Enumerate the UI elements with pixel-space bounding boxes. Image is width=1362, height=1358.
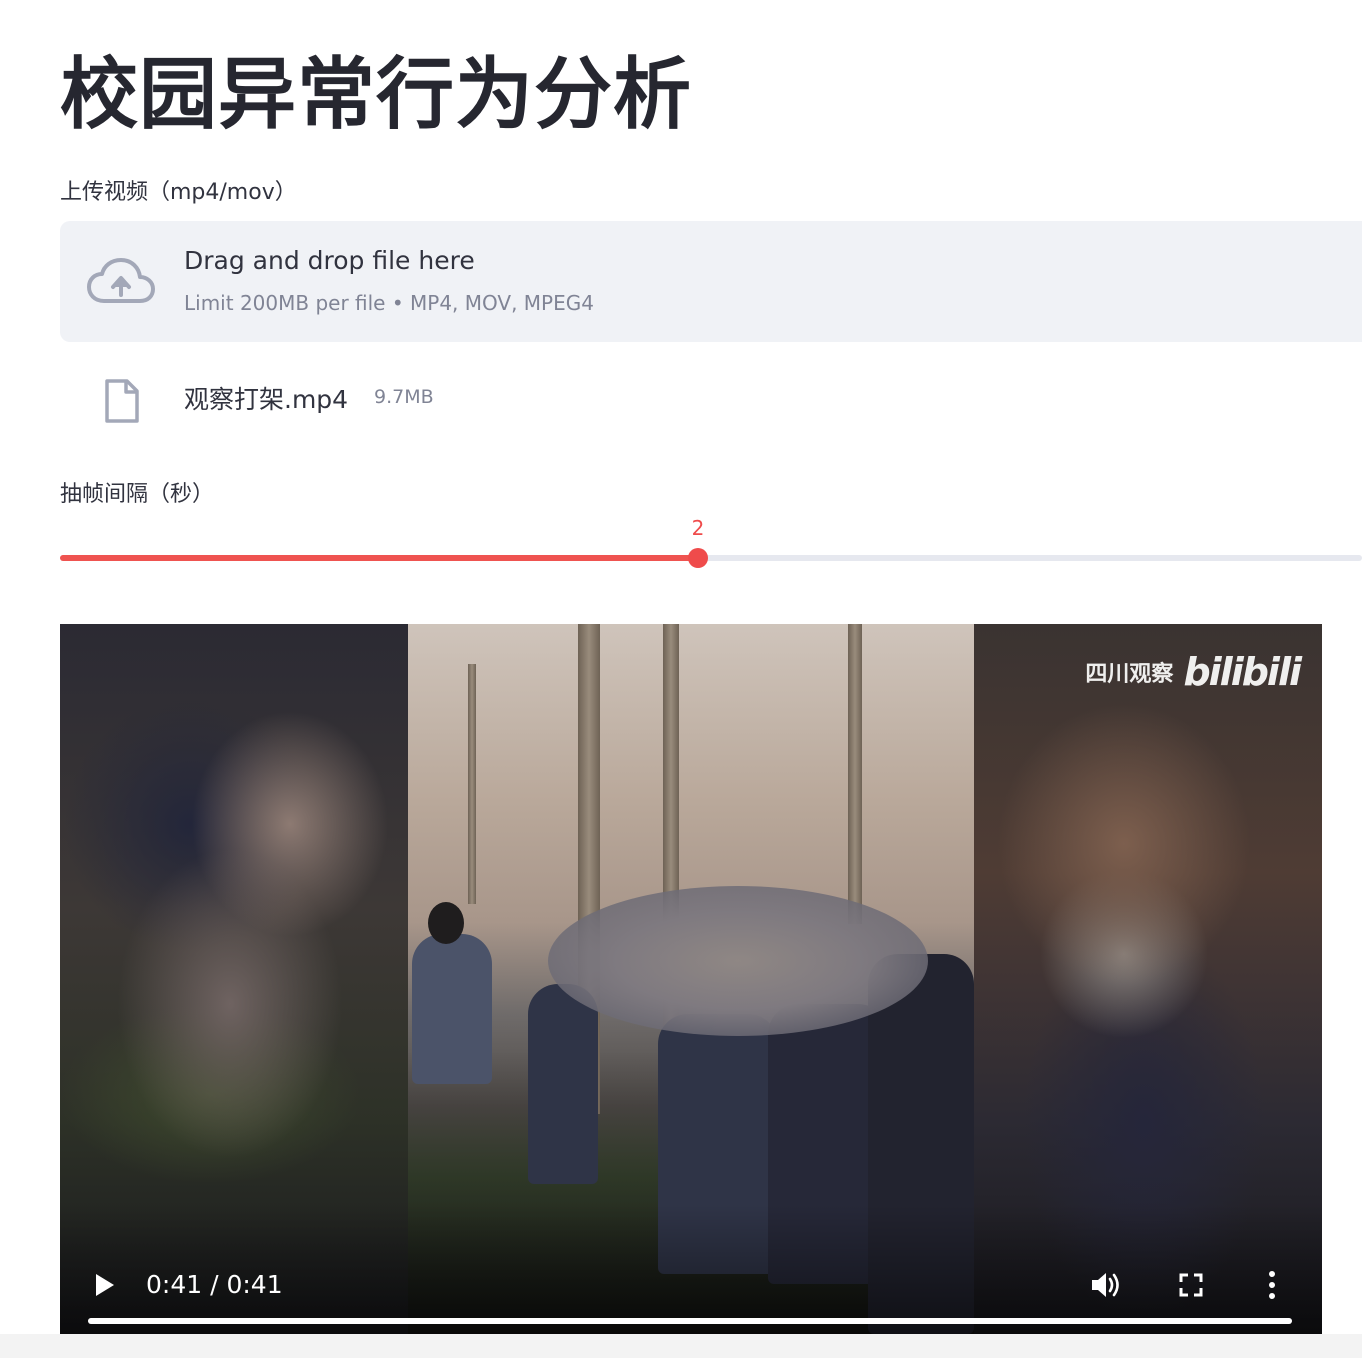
file-icon — [105, 379, 139, 423]
tree-trunk — [468, 664, 476, 904]
file-size: 9.7MB — [374, 386, 434, 408]
interval-slider[interactable]: 2 — [60, 514, 1362, 574]
slider-fill — [60, 555, 698, 561]
interval-label: 抽帧间隔（秒） — [60, 482, 215, 507]
page: 校园异常行为分析 上传视频（mp4/mov） Drag and drop fil… — [0, 0, 1362, 1358]
video-watermark: 四川观察 bilibili — [1085, 650, 1302, 694]
file-dropzone[interactable]: Drag and drop file here Limit 200MB per … — [60, 221, 1362, 342]
dropzone-limit: Limit 200MB per file • MP4, MOV, MPEG4 — [184, 291, 594, 315]
page-title: 校园异常行为分析 — [60, 50, 693, 140]
person-head — [428, 902, 464, 944]
watermark-logo: bilibili — [1183, 650, 1302, 694]
slider-thumb[interactable] — [688, 548, 708, 568]
person-figure — [528, 984, 598, 1184]
uploaded-file-row: 观察打架.mp4 9.7MB — [60, 370, 860, 430]
blurred-face-region — [548, 886, 928, 1036]
person-figure — [412, 934, 492, 1084]
slider-value: 2 — [691, 516, 705, 540]
play-icon[interactable] — [92, 1272, 116, 1298]
fullscreen-icon[interactable] — [1178, 1272, 1204, 1298]
video-progress-fill — [88, 1318, 1292, 1324]
video-time: 0:41 / 0:41 — [146, 1270, 283, 1299]
video-controls: 0:41 / 0:41 — [60, 1204, 1322, 1334]
video-player[interactable]: 四川观察 bilibili 0:41 / 0:41 — [60, 624, 1322, 1334]
tree-trunk — [848, 624, 862, 924]
upload-label: 上传视频（mp4/mov） — [60, 180, 297, 205]
dropzone-title: Drag and drop file here — [184, 246, 475, 275]
file-name: 观察打架.mp4 — [184, 385, 349, 414]
video-progress-bar[interactable] — [88, 1318, 1292, 1324]
more-options-icon[interactable] — [1266, 1270, 1278, 1300]
page-bottom-strip — [0, 1334, 1362, 1358]
volume-icon[interactable] — [1090, 1270, 1122, 1300]
watermark-text: 四川观察 — [1085, 662, 1174, 687]
cloud-upload-icon — [87, 258, 155, 303]
